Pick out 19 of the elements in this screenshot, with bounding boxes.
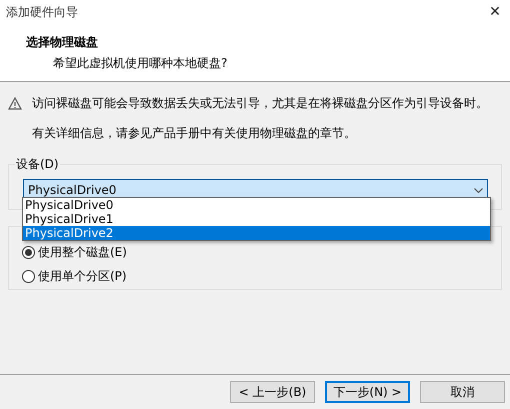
radio-button[interactable] — [22, 246, 35, 258]
dialog-button[interactable]: 下一步(N) > — [325, 381, 410, 403]
dialog-button[interactable]: 取消 — [420, 381, 505, 403]
page-subtitle: 希望此虚拟机使用哪种本地硬盘? — [53, 55, 228, 72]
info-text: 有关详细信息，请参见产品手册中有关使用物理磁盘的章节。 — [32, 125, 356, 142]
dialog-button[interactable]: < 上一步(B) — [230, 381, 315, 403]
radio-label: 使用整个磁盘(E) — [38, 244, 127, 261]
window-title: 添加硬件向导 — [6, 4, 78, 21]
dropdown-option[interactable]: PhysicalDrive2 — [23, 226, 490, 240]
dropdown-option[interactable]: PhysicalDrive0 — [23, 198, 490, 212]
warning-icon — [8, 96, 22, 110]
group-label: 设备(D) — [15, 155, 60, 173]
radio-button[interactable] — [22, 270, 35, 282]
dropdown-option[interactable]: PhysicalDrive1 — [23, 212, 490, 226]
page-title: 选择物理磁盘 — [26, 34, 98, 51]
warning-text: 访问裸磁盘可能会导致数据丢失或无法引导，尤其是在将裸磁盘分区作为引导设备时。 — [32, 95, 488, 112]
close-button[interactable]: ✕ — [480, 0, 510, 24]
radio-label: 使用单个分区(P) — [38, 268, 127, 285]
chevron-down-icon — [474, 188, 483, 192]
